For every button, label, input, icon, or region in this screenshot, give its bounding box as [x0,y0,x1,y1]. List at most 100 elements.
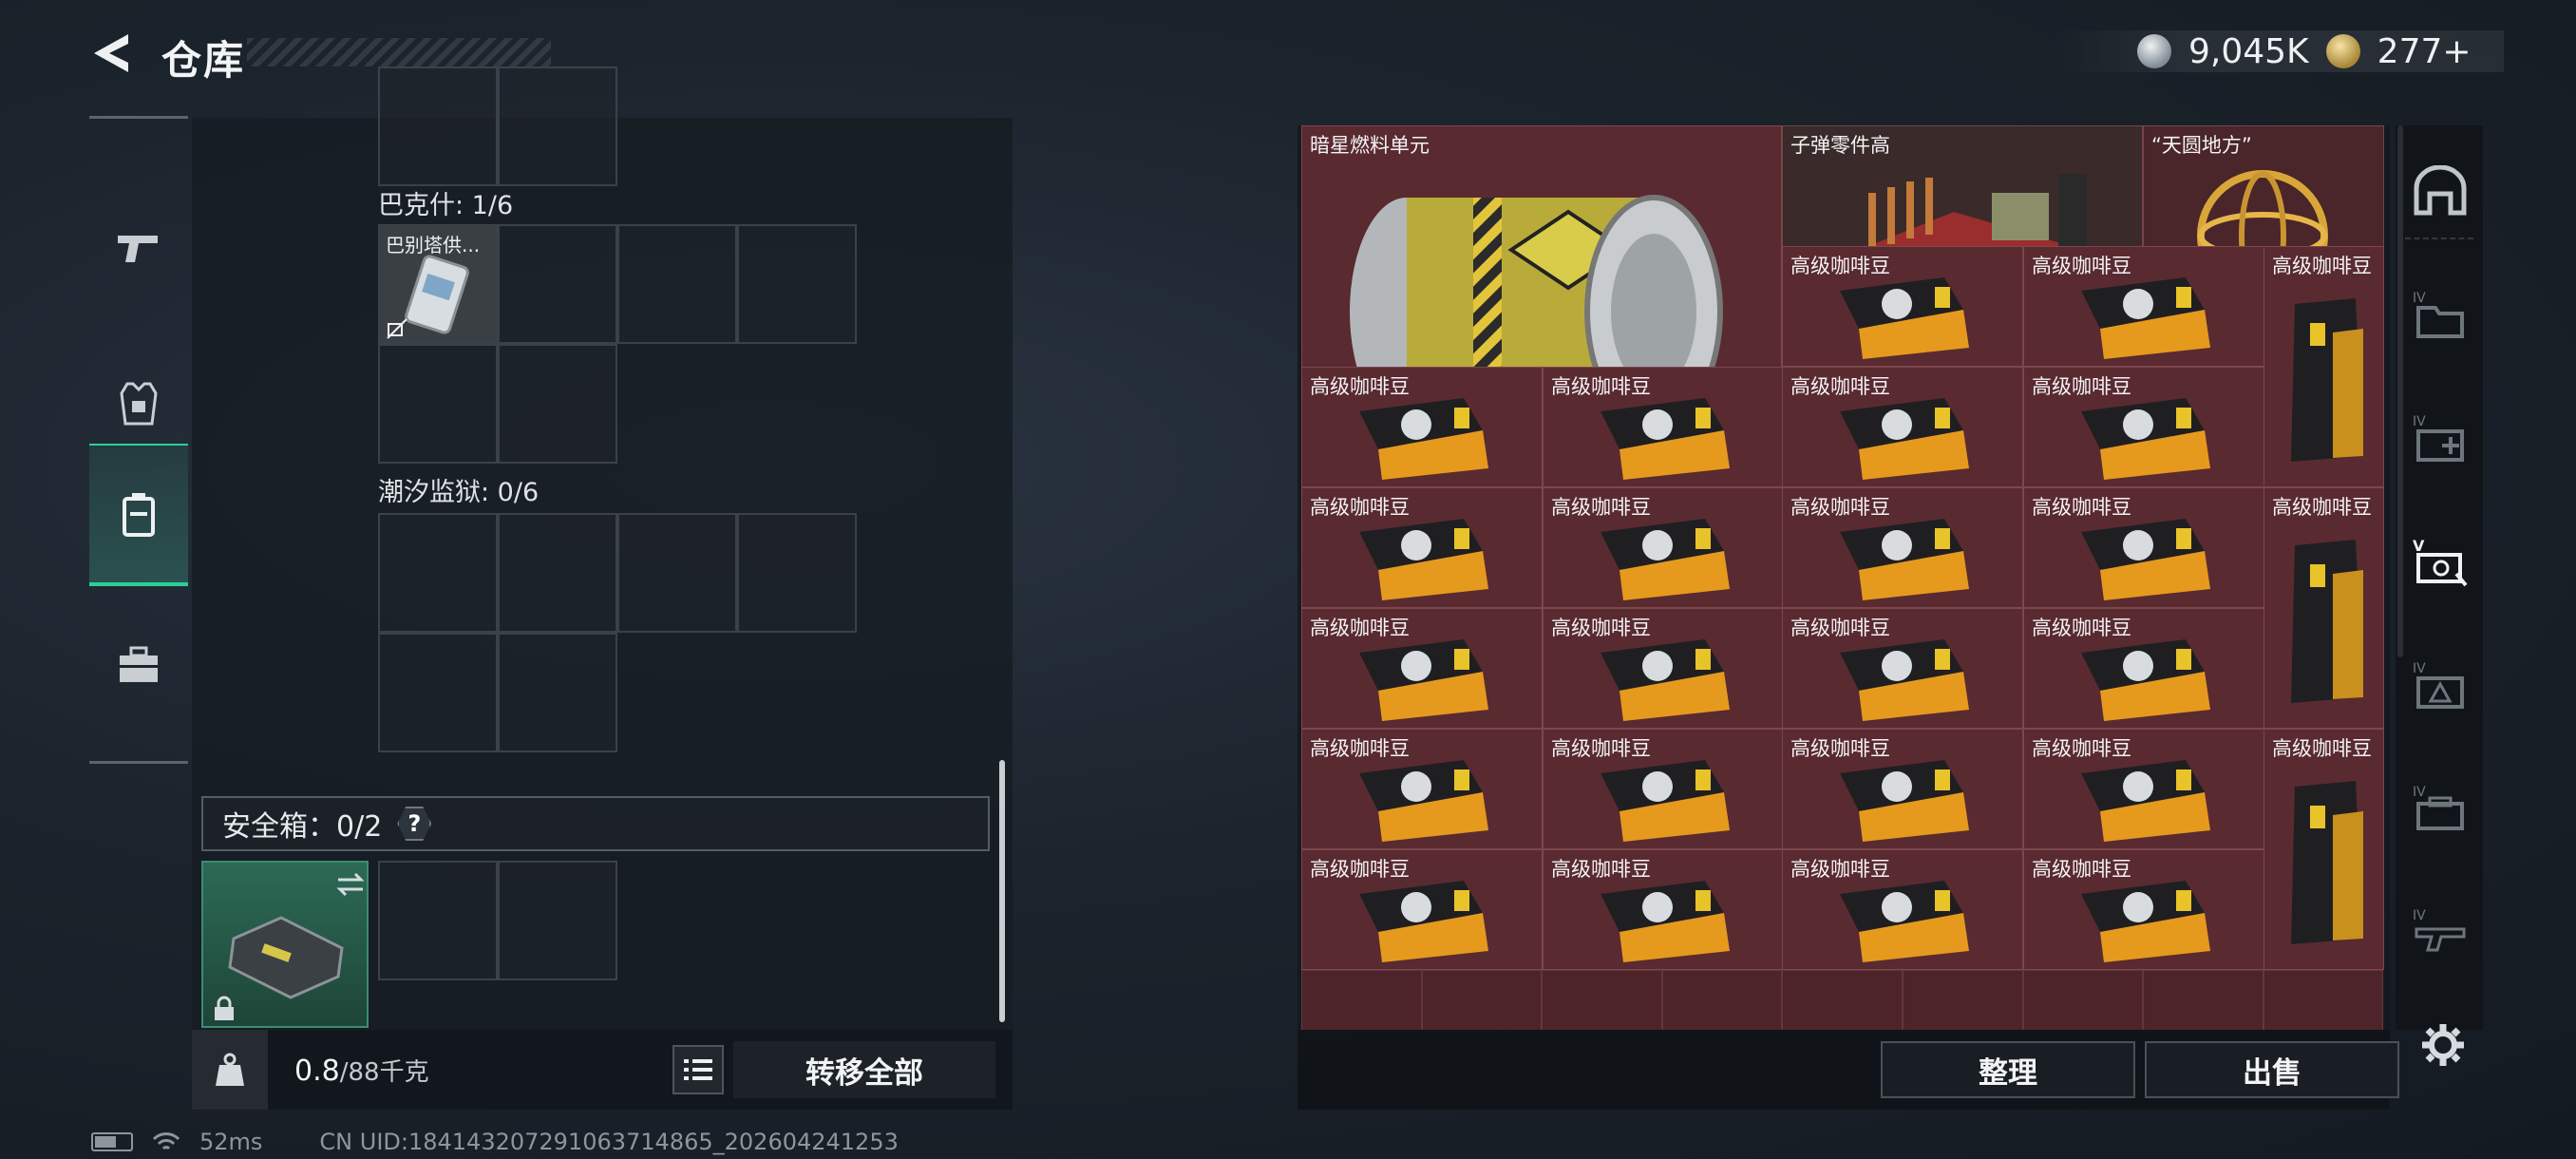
container-slot[interactable] [737,513,857,633]
stash-slot[interactable] [1542,970,1662,1030]
stash-item-coffee-beans-tall[interactable]: 高级咖啡豆 [2263,246,2384,487]
coffee-bag-icon [2291,781,2363,944]
safe-box-slot[interactable] [378,861,498,980]
back-button[interactable] [87,27,135,80]
stash-item-coffee-beans[interactable]: 高级咖啡豆 [1301,608,1543,729]
coffee-bag-icon [1601,760,1730,842]
container-slot[interactable] [617,224,737,344]
stash-item-coffee-beans[interactable]: 高级咖啡豆 [2023,487,2264,608]
stash-item-coffee-beans[interactable]: 高级咖啡豆 [1543,487,1784,608]
coffee-bag-icon [1840,760,1969,842]
page-title: 仓库 [161,37,246,84]
stash-slot[interactable] [1782,970,1903,1030]
stash-item-coffee-beans[interactable]: 高级咖啡豆 [2023,729,2264,849]
container-slot[interactable] [378,344,498,464]
tab-stash-v-active[interactable]: V [2413,534,2468,589]
stash-slot[interactable] [2263,970,2384,1030]
stash-item-coffee-beans[interactable]: 高级咖啡豆 [1543,608,1784,729]
container-slot[interactable] [498,633,617,752]
user-uid: CN UID:18414320729106371486​5_2026042412… [319,1129,899,1155]
stash-slot[interactable] [2143,970,2263,1030]
item-name: 高级咖啡豆 [1790,617,1890,639]
battery-icon [91,1132,133,1151]
stash-item-coffee-beans[interactable]: 高级咖啡豆 [1301,487,1543,608]
stash-slot[interactable] [1301,970,1422,1030]
tab-stash-iv-folder[interactable]: IV [2413,287,2468,342]
item-name: 高级咖啡豆 [1310,375,1410,398]
settings-button[interactable] [2418,1020,2468,1070]
stash-item-coffee-beans-tall[interactable]: 高级咖啡豆 [2263,487,2384,729]
transfer-all-button[interactable]: 转移全部 [733,1041,995,1098]
stash-item-coffee-beans[interactable]: 高级咖啡豆 [2023,367,2264,487]
item-name: 高级咖啡豆 [1790,255,1890,277]
container-slot[interactable] [498,66,617,186]
stash-item-coffee-beans[interactable]: 高级咖啡豆 [1543,729,1784,849]
tab-stash-home[interactable] [2413,163,2468,218]
keycard-icon [405,255,469,334]
stash-item-coffee-beans[interactable]: 高级咖啡豆 [1782,849,2023,970]
stash-item-coffee-beans[interactable]: 高级咖啡豆 [2023,608,2264,729]
stash-item-coffee-beans-tall[interactable]: 高级咖啡豆 [2263,729,2384,970]
stash-item-coffee-beans[interactable]: 高级咖啡豆 [1782,367,2023,487]
gold-currency-value[interactable]: 277+ [2377,32,2472,71]
coffee-bag-icon [1840,398,1969,480]
stash-item-coffee-beans[interactable]: 高级咖啡豆 [1782,487,2023,608]
tab-stash-iv-weapons[interactable]: IV [2413,904,2468,960]
stash-slot[interactable] [1421,970,1543,1030]
item-name: 高级咖啡豆 [2032,617,2131,639]
folder-icon: IV [2413,291,2464,338]
sell-button[interactable]: 出售 [2145,1041,2399,1098]
stash-item-coffee-beans[interactable]: 高级咖啡豆 [1543,849,1784,970]
stash-item-coffee-beans[interactable]: 高级咖啡豆 [1782,608,2023,729]
stash-item-coffee-beans[interactable]: 高级咖啡豆 [1301,729,1543,849]
stash-item-coffee-beans[interactable]: 高级咖啡豆 [1782,729,2023,849]
backpack-icon [123,493,155,537]
container-slot[interactable] [498,513,617,633]
container-slot[interactable] [737,224,857,344]
item-name: 暗星燃料单元 [1310,134,1430,157]
stash-item-coffee-beans[interactable]: 高级咖啡豆 [1301,849,1543,970]
stash-item-coffee-beans[interactable]: 高级咖啡豆 [1301,367,1543,487]
item-name: “天圆地方” [2151,134,2252,157]
tab-stash-iv-armor[interactable]: IV [2413,657,2468,712]
item-name: 高级咖啡豆 [2272,255,2372,277]
coffee-bag-icon [1601,398,1730,480]
back-arrow-icon [94,34,128,72]
container-slot[interactable] [378,513,498,633]
container-item[interactable]: 巴别塔供... [378,224,498,344]
item-name: 高级咖啡豆 [1790,496,1890,519]
stash-item-coffee-beans[interactable]: 高级咖啡豆 [1543,367,1784,487]
stash-slot[interactable] [1661,970,1783,1030]
swap-icon [336,872,365,897]
help-button[interactable]: ? [397,807,432,841]
stash-item-coffee-beans[interactable]: 高级咖啡豆 [2023,849,2264,970]
container-scrollbar[interactable] [999,760,1005,1022]
tab-weapons[interactable] [89,176,188,318]
svg-text:V: V [2413,537,2425,555]
container-slot[interactable] [378,633,498,752]
tab-stash-iv-medical[interactable]: IV [2413,410,2468,466]
sort-button[interactable]: 整理 [1881,1041,2135,1098]
stash-item-coffee-beans[interactable]: 高级咖啡豆 [1782,246,2023,367]
tab-stash-iv-tools[interactable]: IV [2413,781,2468,836]
coffee-bag-icon [2081,519,2210,600]
coffee-bag-icon [1601,881,1730,962]
container-slot[interactable] [617,513,737,633]
coffee-bag-icon [1359,760,1488,842]
stash-slot[interactable] [2022,970,2144,1030]
container-slot[interactable] [498,344,617,464]
coffee-bag-icon [2291,540,2363,703]
silver-currency-value: 9,045K [2188,31,2309,71]
list-view-button[interactable] [672,1045,724,1094]
container-slot[interactable] [378,66,498,186]
safe-box-slot[interactable] [498,861,617,980]
stash-slot[interactable] [1902,970,2023,1030]
coffee-bag-icon [2081,639,2210,721]
tab-backpack[interactable] [89,444,188,586]
container-slot[interactable] [498,224,617,344]
stash-item-coffee-beans[interactable]: 高级咖啡豆 [2023,246,2264,367]
item-name: 高级咖啡豆 [2032,858,2131,881]
tab-toolbox[interactable] [89,594,188,736]
safe-box-item[interactable] [201,861,369,1028]
item-name: 高级咖啡豆 [2032,737,2131,760]
